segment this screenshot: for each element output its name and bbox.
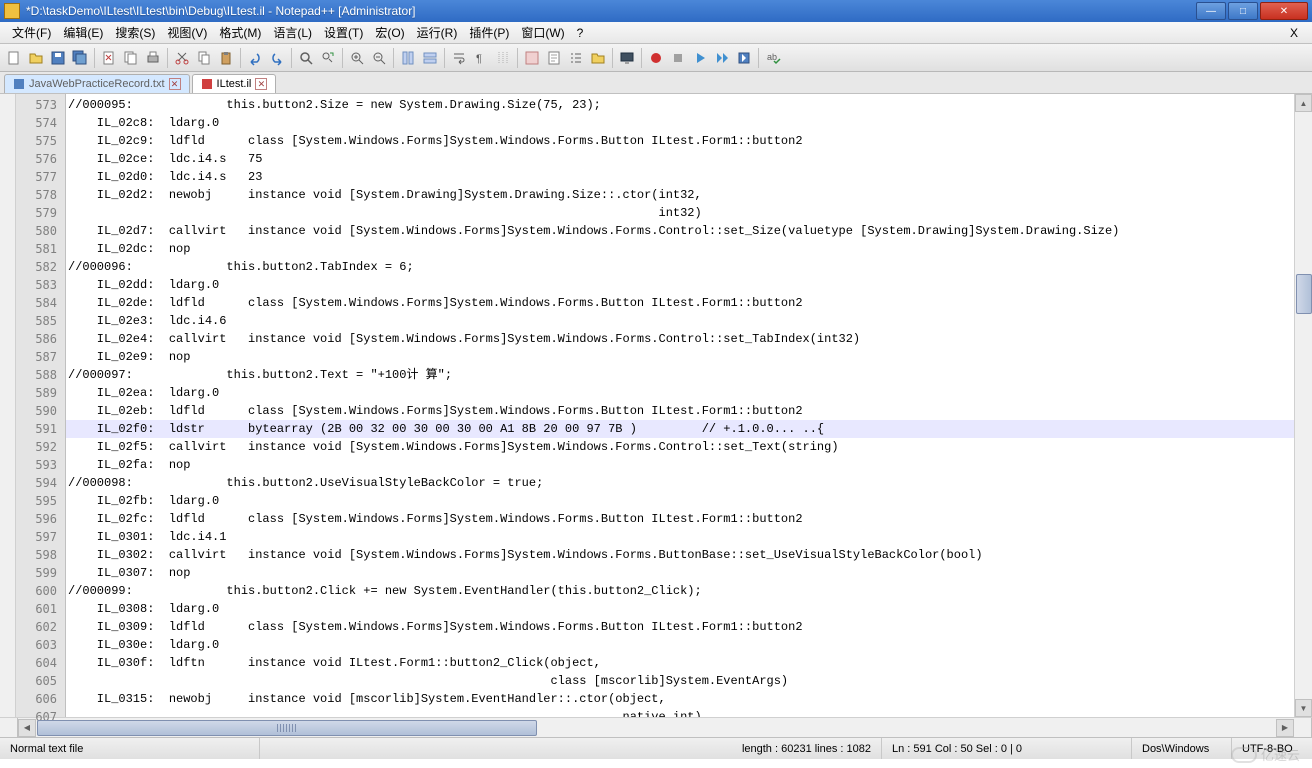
tab-close-icon[interactable]: ✕ xyxy=(169,78,181,90)
menu-run[interactable]: 运行(R) xyxy=(411,24,464,41)
paste-button[interactable] xyxy=(216,48,236,68)
folder-workspace-button[interactable] xyxy=(588,48,608,68)
tab-javaweb[interactable]: JavaWebPracticeRecord.txt ✕ xyxy=(4,74,190,93)
menubar-close-icon[interactable]: X xyxy=(1282,26,1306,40)
status-mode: Normal text file xyxy=(0,738,260,759)
save-macro-button[interactable] xyxy=(734,48,754,68)
stop-macro-button[interactable] xyxy=(668,48,688,68)
status-eol: Dos\Windows xyxy=(1132,738,1232,759)
menu-window[interactable]: 窗口(W) xyxy=(515,24,570,41)
window-title: *D:\taskDemo\ILtest\ILtest\bin\Debug\ILt… xyxy=(26,4,1196,18)
play-macro-button[interactable] xyxy=(690,48,710,68)
status-length: length : 60231 lines : 1082 xyxy=(732,738,882,759)
tab-bar: JavaWebPracticeRecord.txt ✕ ILtest.il ✕ xyxy=(0,72,1312,94)
scroll-thumb[interactable] xyxy=(1296,274,1312,314)
zoom-in-button[interactable] xyxy=(347,48,367,68)
file-icon xyxy=(13,78,25,90)
status-position: Ln : 591 Col : 50 Sel : 0 | 0 xyxy=(882,738,1132,759)
cut-button[interactable] xyxy=(172,48,192,68)
menu-macro[interactable]: 宏(O) xyxy=(369,24,410,41)
menu-bar: 文件(F) 编辑(E) 搜索(S) 视图(V) 格式(M) 语言(L) 设置(T… xyxy=(0,22,1312,44)
close-file-button[interactable] xyxy=(99,48,119,68)
minimize-button[interactable]: — xyxy=(1196,2,1226,20)
zoom-out-button[interactable] xyxy=(369,48,389,68)
record-macro-button[interactable] xyxy=(646,48,666,68)
open-file-button[interactable] xyxy=(26,48,46,68)
app-icon xyxy=(4,3,20,19)
menu-edit[interactable]: 编辑(E) xyxy=(57,24,109,41)
menu-language[interactable]: 语言(L) xyxy=(267,24,318,41)
show-all-chars-button[interactable]: ¶ xyxy=(471,48,491,68)
horizontal-scroll-row: ◀ ▶ xyxy=(0,717,1312,737)
cloud-icon xyxy=(1231,747,1257,763)
toolbar: ¶ ab xyxy=(0,44,1312,72)
menu-view[interactable]: 视图(V) xyxy=(161,24,213,41)
lang-user-button[interactable] xyxy=(522,48,542,68)
monitor-button[interactable] xyxy=(617,48,637,68)
replace-button[interactable] xyxy=(318,48,338,68)
close-button[interactable]: ✕ xyxy=(1260,2,1308,20)
tab-iltest[interactable]: ILtest.il ✕ xyxy=(192,74,277,93)
new-file-button[interactable] xyxy=(4,48,24,68)
sync-h-button[interactable] xyxy=(420,48,440,68)
menu-help[interactable]: ? xyxy=(571,26,590,40)
menu-file[interactable]: 文件(F) xyxy=(6,24,57,41)
print-button[interactable] xyxy=(143,48,163,68)
vertical-scrollbar[interactable]: ▲ ▼ xyxy=(1294,94,1312,717)
title-bar: *D:\taskDemo\ILtest\ILtest\bin\Debug\ILt… xyxy=(0,0,1312,22)
play-multi-button[interactable] xyxy=(712,48,732,68)
redo-button[interactable] xyxy=(267,48,287,68)
scroll-right-icon[interactable]: ▶ xyxy=(1276,719,1294,737)
watermark: 亿速云 xyxy=(1231,745,1300,764)
doc-map-button[interactable] xyxy=(544,48,564,68)
line-number-gutter: 5735745755765775785795805815825835845855… xyxy=(16,94,66,717)
find-button[interactable] xyxy=(296,48,316,68)
svg-text:ab: ab xyxy=(767,52,777,62)
spellcheck-button[interactable]: ab xyxy=(763,48,783,68)
indent-guide-button[interactable] xyxy=(493,48,513,68)
undo-button[interactable] xyxy=(245,48,265,68)
file-modified-icon xyxy=(201,78,213,90)
menu-format[interactable]: 格式(M) xyxy=(213,24,267,41)
menu-search[interactable]: 搜索(S) xyxy=(109,24,161,41)
fold-margin[interactable] xyxy=(0,94,16,717)
menu-plugins[interactable]: 插件(P) xyxy=(463,24,515,41)
tab-label: JavaWebPracticeRecord.txt xyxy=(29,78,165,90)
scroll-down-icon[interactable]: ▼ xyxy=(1295,699,1312,717)
save-all-button[interactable] xyxy=(70,48,90,68)
maximize-button[interactable]: □ xyxy=(1228,2,1258,20)
copy-button[interactable] xyxy=(194,48,214,68)
watermark-text: 亿速云 xyxy=(1261,745,1300,764)
scroll-left-icon[interactable]: ◀ xyxy=(18,719,36,737)
tab-close-icon[interactable]: ✕ xyxy=(255,78,267,90)
horizontal-scrollbar[interactable]: ◀ ▶ xyxy=(18,718,1294,737)
close-all-button[interactable] xyxy=(121,48,141,68)
tab-label: ILtest.il xyxy=(217,78,252,90)
status-bar: Normal text file length : 60231 lines : … xyxy=(0,737,1312,759)
wordwrap-button[interactable] xyxy=(449,48,469,68)
code-view[interactable]: //000095: this.button2.Size = new System… xyxy=(66,94,1294,717)
scroll-thumb-h[interactable] xyxy=(37,720,537,736)
sync-v-button[interactable] xyxy=(398,48,418,68)
menu-settings[interactable]: 设置(T) xyxy=(318,24,369,41)
scroll-up-icon[interactable]: ▲ xyxy=(1295,94,1312,112)
svg-text:¶: ¶ xyxy=(476,53,482,65)
func-list-button[interactable] xyxy=(566,48,586,68)
save-button[interactable] xyxy=(48,48,68,68)
editor-area: 5735745755765775785795805815825835845855… xyxy=(0,94,1312,717)
